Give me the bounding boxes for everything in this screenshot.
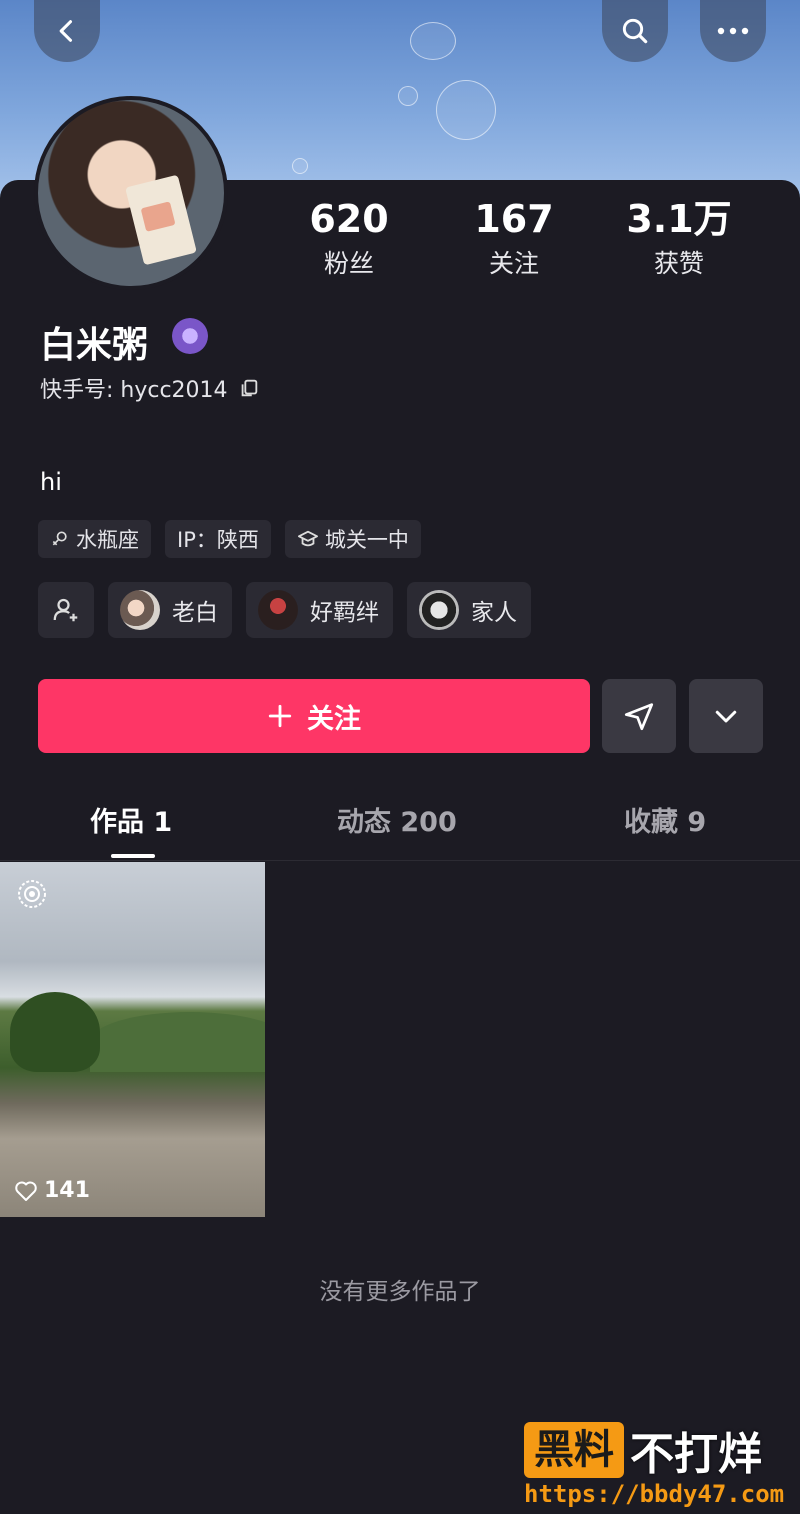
chevron-down-icon [715,710,737,723]
copy-icon[interactable] [238,377,260,399]
search-icon [622,18,648,44]
friend-chip[interactable]: 家人 [407,582,531,638]
friend-name: 好羁绊 [310,600,379,626]
message-button[interactable] [602,679,676,753]
stat-label: 关注 [488,249,539,278]
zodiac-icon [52,531,67,546]
profile-tags: 水瓶座 IP：陕西 城关一中 [38,520,421,558]
tag-zodiac[interactable]: 水瓶座 [38,520,151,558]
bubble-decoration [292,158,308,174]
stat-following[interactable]: 167 关注 [444,196,584,280]
no-more-works-text: 没有更多作品了 [319,1279,481,1305]
watermark-box: 黑料 [524,1422,624,1478]
friend-name: 老白 [172,600,218,626]
bubble-decoration [398,86,418,106]
heart-icon [15,1181,37,1201]
stat-label: 粉丝 [323,249,374,278]
stat-likes[interactable]: 3.1万 获赞 [609,196,749,280]
add-user-icon [53,598,78,622]
tab-moments[interactable]: 动态 200 [337,800,457,839]
tag-school[interactable]: 城关一中 [284,520,421,558]
friend-avatar [120,590,160,630]
kuaishou-id: 快手号: hycc2014 [40,378,228,403]
work-thumbnail[interactable] [0,862,265,1217]
friend-avatar [419,590,459,630]
stat-fans[interactable]: 620 粉丝 [279,196,419,280]
hill-shape [90,1012,265,1072]
follow-label: 关注 [307,703,361,735]
plus-icon [268,704,292,728]
graduation-cap-icon [297,530,318,547]
chevron-left-icon [59,20,73,42]
work-likes: 141 [14,1178,90,1203]
avatar[interactable] [34,96,228,290]
username: 白米粥 [40,325,149,366]
bubble-decoration [410,22,456,60]
friends-row: 老白 好羁绊 家人 [38,582,531,638]
add-friend-button[interactable] [38,582,94,638]
tree-shape [10,992,100,1072]
stat-number: 620 [309,197,389,241]
watermark-text: 不打烊 [630,1429,762,1480]
friend-avatar [258,590,298,630]
stat-number: 3.1万 [626,197,732,241]
friend-chip[interactable]: 好羁绊 [246,582,393,638]
tag-ip: IP：陕西 [165,520,271,558]
follow-button[interactable]: 关注 [38,679,590,753]
likes-count: 141 [44,1178,90,1203]
friend-name: 家人 [471,600,517,626]
tab-active-indicator [111,854,155,858]
watermark: 黑料 不打烊 [524,1418,762,1482]
tag-label: 城关一中 [324,528,409,552]
watermark-url: https://bbdy47.com [524,1480,785,1508]
stat-number: 167 [474,197,554,241]
tab-works[interactable]: 作品 1 [90,800,172,839]
tab-favorites[interactable]: 收藏 9 [624,800,706,839]
bio-text: hi [40,468,62,496]
kuaishou-id-row: 快手号: hycc2014 [40,372,260,404]
tabs-divider [0,860,800,861]
level-badge-icon[interactable] [172,318,208,354]
stat-label: 获赞 [653,249,704,278]
live-photo-icon [18,880,46,908]
friend-chip[interactable]: 老白 [108,582,232,638]
send-icon [624,703,654,731]
bubble-decoration [436,80,496,140]
tag-label: IP：陕西 [177,528,259,552]
tag-label: 水瓶座 [76,528,139,552]
milk-carton-illustration [125,174,197,266]
more-dots-icon [717,27,749,35]
expand-button[interactable] [689,679,763,753]
